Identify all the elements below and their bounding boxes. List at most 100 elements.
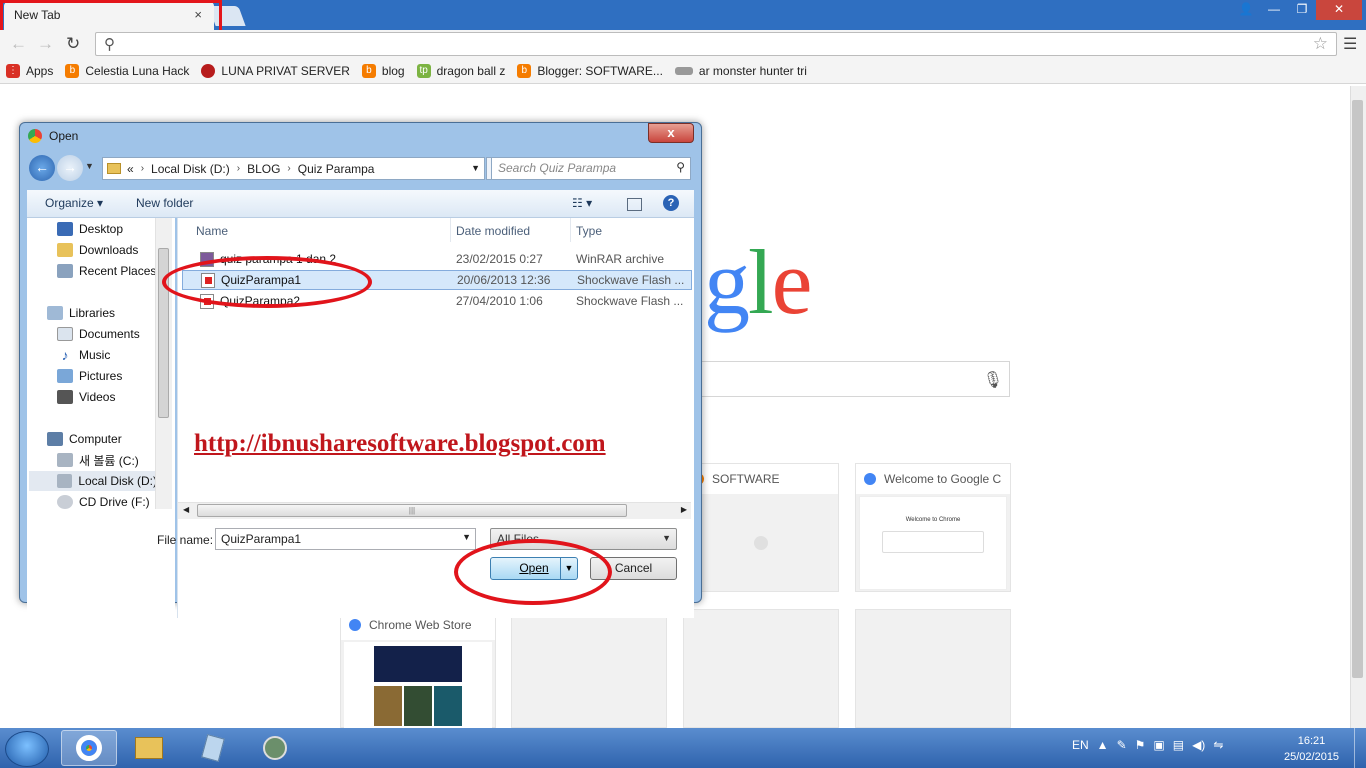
bookmark-item[interactable]: b Blogger: SOFTWARE... (517, 63, 663, 78)
window-controls: 👤 — ❐ ✕ (1232, 0, 1362, 20)
preview-heading: Welcome to Chrome (905, 517, 961, 523)
device-icon[interactable]: ▣ (1153, 738, 1164, 752)
minimize-button[interactable]: — (1260, 0, 1288, 20)
new-folder-button[interactable]: New folder (136, 196, 193, 210)
taskbar-network-tool[interactable] (247, 730, 303, 766)
microphone-icon[interactable]: 🎙 (983, 370, 1003, 390)
nav-item-videos[interactable]: Videos (57, 387, 115, 407)
omnibox[interactable]: ⚲ ☆ (95, 32, 1337, 56)
google-search-box[interactable]: 🎙 (699, 361, 1010, 397)
recent-locations-dropdown[interactable]: ▼ (85, 161, 94, 171)
most-visited-tile[interactable]: Welcome to Google C Welcome to Chrome (855, 463, 1011, 592)
notepad-icon (201, 734, 225, 762)
clock[interactable]: 16:21 25/02/2015 (1284, 733, 1339, 765)
forward-icon[interactable]: → (37, 34, 54, 54)
start-button[interactable] (5, 731, 49, 767)
nav-item-computer[interactable]: Computer (47, 429, 122, 449)
cd-drive-icon (57, 495, 73, 509)
close-window-button[interactable]: ✕ (1316, 0, 1362, 20)
organize-button[interactable]: Organize ▾ (45, 196, 103, 210)
chevron-down-icon: ▼ (662, 533, 671, 543)
nav-item-downloads[interactable]: Downloads (57, 240, 138, 260)
most-visited-tile[interactable]: SOFTWARE (683, 463, 839, 592)
bookmarks-bar: ⋮ Apps b Celestia Luna Hack LUNA PRIVAT SE… (0, 58, 1366, 84)
nav-item-pictures[interactable]: Pictures (57, 366, 122, 386)
chevron-down-icon[interactable]: ▼ (462, 532, 471, 542)
file-name-input[interactable]: QuizParampa1 ▼ (215, 528, 476, 550)
nav-item-drive-f[interactable]: CD Drive (F:) (57, 492, 150, 512)
taskbar-notepad[interactable] (185, 730, 241, 766)
scroll-left-icon[interactable]: ◀ (183, 505, 189, 514)
dialog-close-button[interactable]: x (648, 123, 694, 143)
nav-item-desktop[interactable]: Desktop (57, 219, 123, 239)
bookmark-item[interactable]: tp dragon ball z (416, 63, 505, 78)
network-icon[interactable]: ⇋ (1213, 738, 1223, 752)
column-divider[interactable] (570, 218, 571, 242)
taskbar-chrome[interactable] (61, 730, 117, 766)
search-input[interactable]: Search Quiz Parampa ⚲ (491, 157, 691, 180)
navigation-scrollbar[interactable] (155, 218, 172, 509)
menu-icon[interactable]: ☰ (1343, 34, 1357, 54)
column-header-type[interactable]: Type (576, 224, 602, 238)
command-bar: Organize ▾ New folder ☷ ▾ ? (27, 190, 694, 218)
chevron-down-icon[interactable]: ▼ (471, 163, 480, 173)
flag-icon[interactable]: ⚑ (1135, 738, 1146, 752)
restore-button[interactable]: ❐ (1288, 0, 1316, 20)
address-bar[interactable]: « › Local Disk (D:) › BLOG › Quiz Parampa ▼ (102, 157, 485, 180)
bookmark-item[interactable]: ar monster hunter tri (674, 64, 807, 78)
nav-item-drive-d[interactable]: Local Disk (D:) (29, 471, 157, 491)
volume-icon[interactable]: ◀) (1192, 738, 1205, 752)
show-desktop-button[interactable] (1354, 728, 1366, 768)
preview-pane-icon[interactable] (627, 198, 642, 211)
nav-item-drive-c[interactable]: 새 볼륨 (C:) (57, 450, 139, 470)
bookmark-apps[interactable]: ⋮ Apps (6, 63, 53, 78)
help-icon[interactable]: ? (663, 195, 679, 211)
blogger-icon: b (361, 63, 376, 78)
address-overflow[interactable]: « (127, 162, 134, 176)
network-tool-icon (263, 736, 287, 760)
star-icon[interactable]: ☆ (1313, 34, 1328, 54)
folder-icon (135, 737, 163, 759)
tab-highlight-annotation (0, 0, 222, 34)
chrome-icon (28, 129, 42, 143)
breadcrumb-segment[interactable]: Quiz Parampa (298, 162, 375, 176)
power-icon[interactable]: ▤ (1173, 738, 1184, 752)
computer-icon (47, 432, 63, 446)
back-icon[interactable]: ← (10, 34, 27, 54)
nav-item-music[interactable]: ♪ Music (57, 345, 111, 365)
horizontal-scrollbar-thumb[interactable]: ||| (197, 504, 627, 517)
folder-icon (107, 163, 121, 174)
forward-arrow-icon[interactable]: → (57, 155, 83, 181)
view-options-icon[interactable]: ☷ ▾ (572, 196, 592, 210)
user-icon[interactable]: 👤 (1232, 0, 1260, 20)
nav-item-recent-places[interactable]: Recent Places (57, 261, 156, 281)
tile-title: SOFTWARE (712, 472, 780, 486)
breadcrumb-segment[interactable]: BLOG (247, 162, 280, 176)
pen-icon[interactable]: ✎ (1117, 738, 1127, 752)
bookmark-item[interactable]: b blog (361, 63, 405, 78)
taskbar-explorer[interactable] (121, 730, 177, 766)
search-icon: ⚲ (676, 160, 685, 174)
breadcrumb-segment[interactable]: Local Disk (D:) (151, 162, 230, 176)
monster-icon (674, 66, 693, 75)
apps-grid-icon: ⋮ (6, 63, 20, 78)
column-header-name[interactable]: Name (196, 224, 228, 238)
system-tray: EN ▲ ✎ ⚑ ▣ ▤ ◀) ⇋ (1072, 738, 1223, 752)
nav-item-libraries[interactable]: Libraries (47, 303, 115, 323)
bookmark-item[interactable]: LUNA PRIVAT SERVER (201, 63, 350, 78)
tile-thumbnail (344, 642, 492, 729)
page-scrollbar-thumb[interactable] (1352, 100, 1363, 678)
bookmark-item[interactable]: b Celestia Luna Hack (65, 63, 189, 78)
column-divider[interactable] (450, 218, 451, 242)
back-arrow-icon[interactable]: ← (29, 155, 55, 181)
show-hidden-icons-icon[interactable]: ▲ (1097, 738, 1109, 752)
reload-icon[interactable]: ↻ (66, 34, 80, 54)
column-header-date[interactable]: Date modified (456, 224, 530, 238)
language-indicator[interactable]: EN (1072, 738, 1089, 752)
scroll-right-icon[interactable]: ▶ (681, 505, 687, 514)
google-logo: gle (704, 231, 812, 333)
most-visited-tile[interactable]: Chrome Web Store (340, 609, 496, 729)
preview-app (434, 686, 462, 726)
nav-item-documents[interactable]: Documents (57, 324, 140, 344)
libraries-icon (47, 306, 63, 320)
